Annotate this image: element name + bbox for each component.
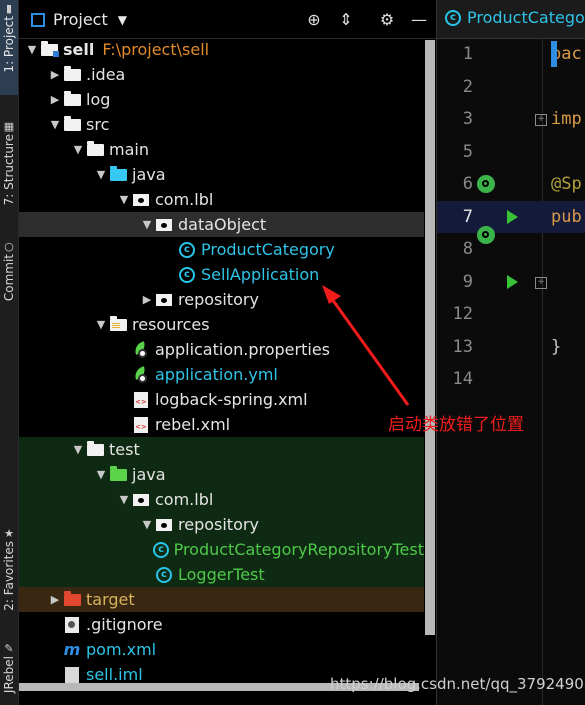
annotation-note: 启动类放错了位置 (388, 415, 524, 435)
annotation-arrow (322, 285, 410, 406)
watermark: https://blog.csdn.net/qq_37924905 (330, 675, 585, 693)
